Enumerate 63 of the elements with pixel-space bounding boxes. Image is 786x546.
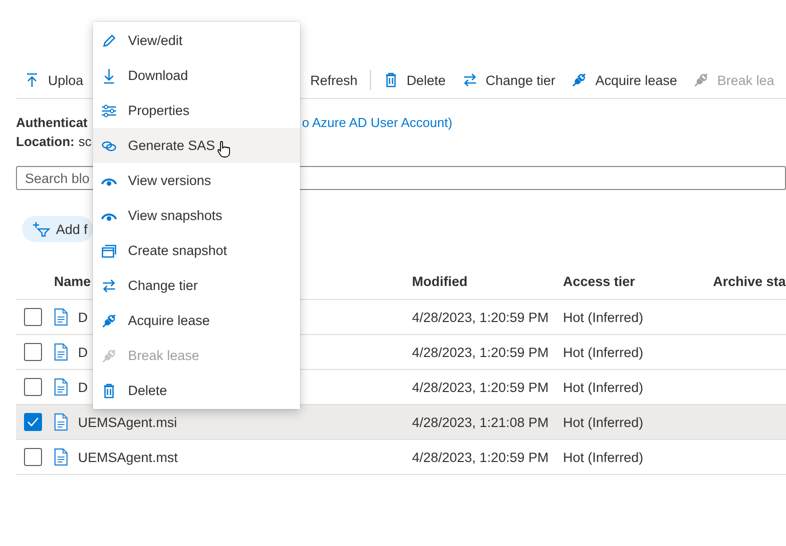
plug-icon	[693, 72, 710, 88]
download-icon	[101, 68, 117, 84]
file-icon	[54, 343, 68, 361]
row-checkbox[interactable]	[24, 413, 42, 431]
location-label: Location:	[16, 133, 74, 151]
table-cell: Hot (Inferred)	[563, 450, 644, 464]
column-header[interactable]: Modified	[412, 274, 468, 288]
menu-item[interactable]: Generate SAS	[93, 128, 300, 163]
auth-label: Authenticat	[16, 114, 88, 132]
toolbar-button[interactable]: Refresh	[302, 65, 366, 95]
menu-item[interactable]: Delete	[93, 373, 300, 408]
toolbar-button[interactable]: Change tier	[454, 65, 564, 95]
menu-item[interactable]: Properties	[93, 93, 300, 128]
plug-icon	[101, 312, 117, 328]
table-cell: Hot (Inferred)	[563, 380, 644, 394]
add-filter-icon	[32, 221, 50, 237]
file-name[interactable]: UEMSAgent.mst	[78, 450, 178, 464]
table-cell: Hot (Inferred)	[563, 310, 644, 324]
menu-item[interactable]: Create snapshot	[93, 233, 300, 268]
column-header[interactable]: Access tier	[563, 274, 636, 288]
file-name[interactable]: D	[78, 344, 88, 360]
menu-item[interactable]: Download	[93, 58, 300, 93]
file-icon	[54, 308, 68, 326]
table-cell: Hot (Inferred)	[563, 344, 644, 360]
menu-item[interactable]: Acquire lease	[93, 303, 300, 338]
file-name[interactable]: D	[78, 310, 88, 324]
add-filter-button[interactable]: Add f	[22, 216, 93, 242]
table-cell: 4/28/2023, 1:20:59 PM	[412, 380, 549, 394]
row-checkbox[interactable]	[24, 378, 42, 396]
sliders-icon	[101, 102, 117, 118]
file-icon	[54, 413, 68, 431]
table-cell: Hot (Inferred)	[563, 414, 644, 430]
column-header[interactable]: Archive sta	[713, 274, 786, 288]
table-cell: 4/28/2023, 1:20:59 PM	[412, 310, 549, 324]
toolbar-button[interactable]: Acquire lease	[563, 65, 686, 95]
file-name[interactable]: D	[78, 380, 88, 394]
plug-icon	[571, 72, 588, 88]
table-cell: 4/28/2023, 1:21:08 PM	[412, 414, 549, 430]
file-icon	[54, 378, 68, 396]
plug-icon	[101, 348, 117, 364]
toolbar-button[interactable]: Delete	[374, 65, 454, 95]
swap-arrows-icon	[101, 278, 117, 294]
menu-item[interactable]: View/edit	[93, 23, 300, 58]
swap-arrows-icon	[462, 72, 478, 88]
column-header[interactable]: Name	[54, 274, 91, 288]
table-cell: 4/28/2023, 1:20:59 PM	[412, 344, 549, 360]
menu-item[interactable]: Change tier	[93, 268, 300, 303]
file-icon	[54, 448, 68, 466]
location-value: sc	[78, 133, 92, 151]
menu-item[interactable]: View snapshots	[93, 198, 300, 233]
toolbar-button[interactable]: Uploa	[16, 65, 92, 95]
row-checkbox[interactable]	[24, 308, 42, 326]
edit-icon	[101, 32, 117, 48]
windows-icon	[101, 242, 117, 258]
table-cell: 4/28/2023, 1:20:59 PM	[412, 450, 549, 464]
checkmark-icon	[27, 417, 39, 427]
upload-icon	[24, 72, 40, 88]
file-name[interactable]: UEMSAgent.msi	[78, 414, 178, 430]
row-checkbox[interactable]	[24, 343, 42, 361]
delete-icon	[101, 382, 117, 398]
auth-link[interactable]: o Azure AD User Account)	[302, 113, 452, 132]
hand-cursor-icon	[217, 141, 230, 158]
row-checkbox[interactable]	[24, 448, 42, 466]
